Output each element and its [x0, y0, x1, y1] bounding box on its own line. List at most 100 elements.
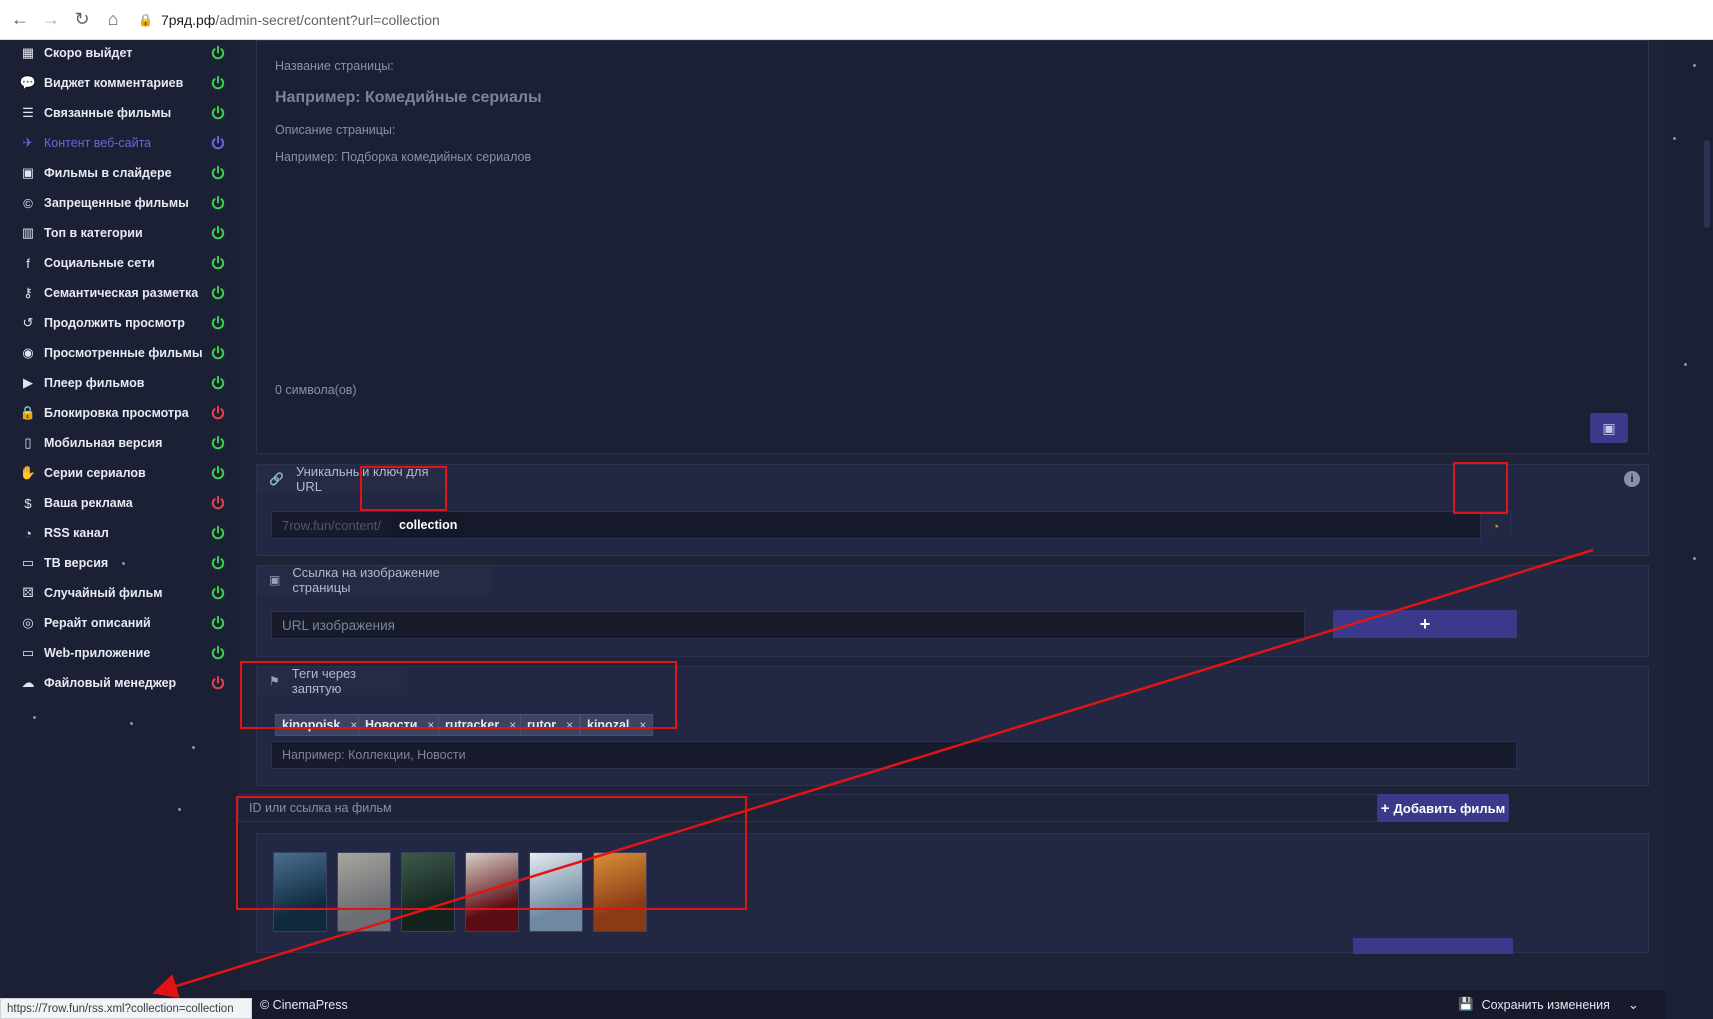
bg-dot — [1693, 557, 1696, 560]
sidebar-item[interactable]: 💬 Виджет комментариев — [0, 68, 240, 98]
sidebar-item[interactable]: ⚄ Случайный фильм — [0, 578, 240, 608]
power-toggle-icon[interactable] — [210, 315, 226, 331]
url-prefix: 7row.fun/content/ — [282, 517, 382, 533]
highlight-posters — [236, 796, 747, 910]
sidebar-item[interactable]: ☁ Файловый менеджер — [0, 668, 240, 698]
list-icon: ☰ — [22, 105, 34, 120]
power-toggle-icon[interactable] — [210, 615, 226, 631]
sidebar-item-label: Виджет комментариев — [44, 76, 184, 90]
power-toggle-icon[interactable] — [210, 375, 226, 391]
highlight-url-key — [360, 466, 447, 511]
add-film-button[interactable]: + Добавить фильм — [1377, 794, 1509, 822]
sidebar-item[interactable]: ✋ Серии сериалов — [0, 458, 240, 488]
back-icon[interactable]: ← — [9, 9, 31, 31]
sidebar-item[interactable]: ◔ RSS канал — [0, 518, 240, 548]
url-key-panel: 🔗 Уникальный ключ для URL i 7row.fun/con… — [256, 464, 1649, 556]
hidden-save-button[interactable] — [1353, 938, 1513, 954]
sidebar-item-label: Ваша реклама — [44, 496, 133, 510]
reload-icon[interactable]: ↻ — [71, 9, 93, 31]
sidebar-item[interactable]: ▶ Плеер фильмов — [0, 368, 240, 398]
power-toggle-icon[interactable] — [210, 435, 226, 451]
sidebar-item-label: Контент веб-сайта — [44, 136, 152, 150]
power-toggle-icon[interactable] — [210, 495, 226, 511]
image-icon: ▣ — [269, 573, 281, 587]
url-key-value[interactable]: collection — [391, 512, 466, 538]
copyright-icon: © — [23, 195, 33, 211]
facebook-icon: f — [26, 255, 30, 271]
description-label: Описание страницы: — [275, 123, 396, 137]
chevron-down-icon[interactable]: ⌄ — [1628, 997, 1639, 1013]
description-input[interactable]: Например: Подборка комедийных сериалов — [275, 150, 531, 164]
bg-dot — [130, 722, 133, 725]
url-key-input[interactable]: 7row.fun/content/ collection ◔ — [271, 511, 1511, 540]
power-toggle-icon[interactable] — [210, 675, 226, 691]
power-toggle-icon[interactable] — [210, 135, 226, 151]
home-icon[interactable]: ⌂ — [102, 9, 124, 31]
power-toggle-icon[interactable] — [210, 465, 226, 481]
save-changes-button[interactable]: 💾 Сохранить изменения ⌄ — [1458, 997, 1639, 1013]
sidebar-item[interactable]: ▦ Скоро выйдет — [0, 38, 240, 68]
sidebar-item-label: Файловый менеджер — [44, 676, 177, 690]
power-toggle-icon[interactable] — [210, 525, 226, 541]
tags-input[interactable]: Например: Коллекции, Новости — [271, 741, 1517, 769]
sidebar-item[interactable]: ↺ Продолжить просмотр — [0, 308, 240, 338]
calendar-icon: ▦ — [21, 45, 35, 60]
image-url-input[interactable]: URL изображения — [271, 611, 1305, 639]
sidebar-item[interactable]: 🔒 Блокировка просмотра — [0, 398, 240, 428]
description-panel[interactable]: Название страницы: Например: Комедийные … — [256, 40, 1649, 454]
forward-icon[interactable]: → — [40, 9, 62, 31]
highlight-tags — [240, 661, 677, 729]
sidebar-item-label: Социальные сети — [44, 256, 155, 270]
power-toggle-icon[interactable] — [210, 165, 226, 181]
power-toggle-icon[interactable] — [210, 555, 226, 571]
cloud-upload-icon: ☁ — [21, 675, 35, 690]
sidebar-item[interactable]: ⚷ Семантическая разметка — [0, 278, 240, 308]
power-toggle-icon[interactable] — [210, 345, 226, 361]
address-bar[interactable]: 🔒 7ряд.рф /admin-secret/content?url=coll… — [138, 12, 440, 28]
power-toggle-icon[interactable] — [210, 105, 226, 121]
scrollbar-thumb[interactable] — [1704, 140, 1710, 228]
sidebar-item[interactable]: ▯ Мобильная версия — [0, 428, 240, 458]
power-toggle-icon[interactable] — [210, 255, 226, 271]
rocket-icon: ✈ — [22, 135, 34, 150]
sidebar-item[interactable]: ◎ Рерайт описаний — [0, 608, 240, 638]
power-toggle-icon[interactable] — [210, 645, 226, 661]
chart-icon: ▥ — [21, 225, 35, 240]
rss-icon: ◔ — [1491, 518, 1500, 534]
highlight-rss-button — [1453, 462, 1508, 514]
bg-dot — [178, 808, 181, 811]
image-link-header-text: Ссылка на изображение страницы — [292, 565, 440, 595]
save-changes-label: Сохранить изменения — [1481, 997, 1610, 1012]
rss-link-button[interactable]: ◔ — [1480, 512, 1510, 540]
insert-image-button[interactable]: ▣ — [1590, 413, 1628, 443]
main-content: Название страницы: Например: Комедийные … — [236, 40, 1665, 1019]
sidebar-item[interactable]: ☰ Связанные фильмы — [0, 98, 240, 128]
power-toggle-icon[interactable] — [210, 75, 226, 91]
comments-icon: 💬 — [19, 75, 37, 90]
sidebar-item[interactable]: ▥ Топ в категории — [0, 218, 240, 248]
sidebar-item[interactable]: ▭ ТВ версия — [0, 548, 240, 578]
title-input[interactable]: Например: Комедийные сериалы — [275, 89, 542, 107]
sidebar-item[interactable]: ◉ Просмотренные фильмы — [0, 338, 240, 368]
sidebar-item-label: Блокировка просмотра — [44, 406, 189, 420]
sidebar-item-label: Продолжить просмотр — [44, 316, 185, 330]
add-image-button[interactable]: + — [1333, 610, 1517, 638]
sidebar-item[interactable]: ✈ Контент веб-сайта — [0, 128, 240, 158]
power-toggle-icon[interactable] — [210, 285, 226, 301]
sidebar-item[interactable]: © Запрещенные фильмы — [0, 188, 240, 218]
title-label: Название страницы: — [275, 59, 394, 73]
bg-dot — [1673, 137, 1676, 140]
sidebar-item[interactable]: f Социальные сети — [0, 248, 240, 278]
power-toggle-icon[interactable] — [210, 195, 226, 211]
history-icon: ↺ — [22, 315, 34, 330]
sidebar-item[interactable]: ▭ Web-приложение — [0, 638, 240, 668]
bg-dot — [1693, 64, 1696, 67]
power-toggle-icon[interactable] — [210, 405, 226, 421]
desktop-icon: ▭ — [21, 645, 35, 660]
sidebar-item[interactable]: $ Ваша реклама — [0, 488, 240, 518]
power-toggle-icon[interactable] — [210, 225, 226, 241]
power-toggle-icon[interactable] — [210, 585, 226, 601]
sidebar-item[interactable]: ▣ Фильмы в слайдере — [0, 158, 240, 188]
power-toggle-icon[interactable] — [210, 45, 226, 61]
info-icon[interactable]: i — [1624, 471, 1640, 487]
